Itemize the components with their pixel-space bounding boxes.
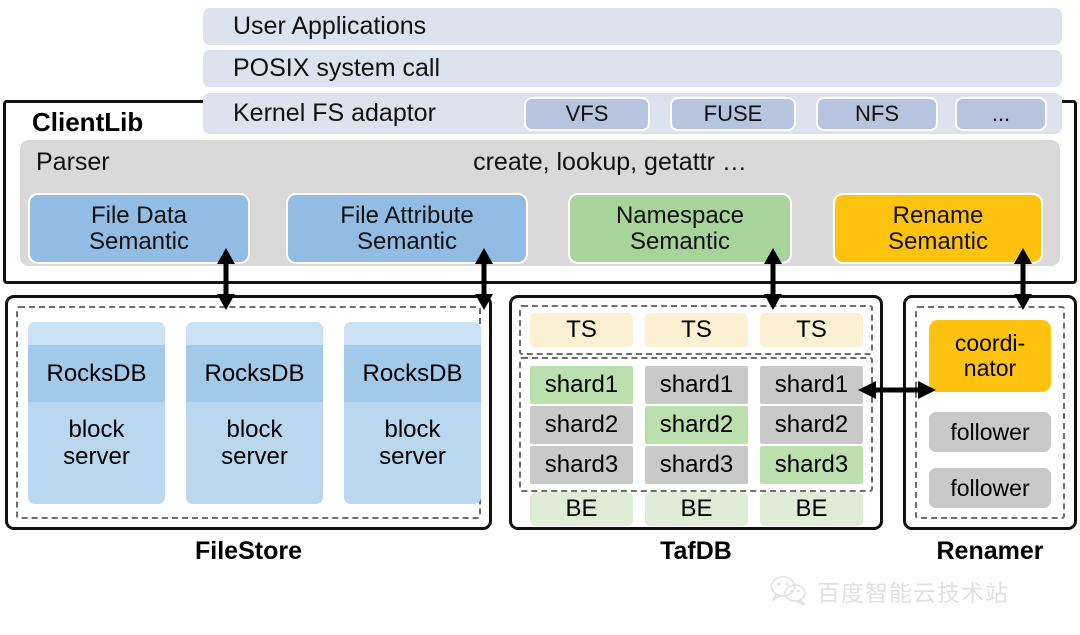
chip-more[interactable]: ... <box>955 97 1047 131</box>
chip-fuse-label: FUSE <box>703 101 763 127</box>
kernel-fs-adaptor-label: Kernel FS adaptor <box>233 99 436 127</box>
filestore-node-1[interactable]: RocksDB block server <box>28 322 165 504</box>
node-cap <box>28 322 165 345</box>
renamer-follower-1-label: follower <box>950 418 1030 445</box>
renamer-coordinator[interactable]: coordi-nator <box>929 320 1051 392</box>
tafdb-shard-c2-r2-label: shard2 <box>659 411 734 439</box>
parser-label: Parser <box>36 148 110 176</box>
chip-more-label: ... <box>991 101 1011 127</box>
block-server-label-3: block server <box>379 416 446 470</box>
tafdb-shard-c3-r1[interactable]: shard1 <box>760 366 863 404</box>
posix-system-call-label: POSIX system call <box>233 54 440 82</box>
tafdb-be-3[interactable]: BE <box>760 492 863 526</box>
filestore-node-3[interactable]: RocksDB block server <box>344 322 481 504</box>
semantic-file-attribute-label: File Attribute Semantic <box>340 201 474 255</box>
tafdb-be-2[interactable]: BE <box>645 492 748 526</box>
tafdb-ts-1[interactable]: TS <box>530 313 633 347</box>
tafdb-be-1-label: BE <box>565 495 598 523</box>
rocksdb-label-2: RocksDB <box>186 345 323 402</box>
tafdb-shard-c3-r3[interactable]: shard3 <box>760 446 863 484</box>
tafdb-ts-2-label: TS <box>681 316 712 344</box>
architecture-diagram: ClientLib User Applications POSIX system… <box>0 0 1080 635</box>
tafdb-shard-c3-r2[interactable]: shard2 <box>760 406 863 444</box>
semantic-namespace[interactable]: Namespace Semantic <box>568 193 792 264</box>
tafdb-shard-c3-r1-label: shard1 <box>774 371 849 399</box>
block-server-label-2: block server <box>221 416 288 470</box>
rocksdb-label-3: RocksDB <box>344 345 481 402</box>
tafdb-ts-1-label: TS <box>566 316 597 344</box>
tafdb-be-1[interactable]: BE <box>530 492 633 526</box>
chip-fuse[interactable]: FUSE <box>670 97 796 131</box>
posix-system-call-bar: POSIX system call <box>203 50 1062 87</box>
tafdb-ts-3[interactable]: TS <box>760 313 863 347</box>
tafdb-shard-c1-r2[interactable]: shard2 <box>530 406 633 444</box>
rocksdb-label-1: RocksDB <box>28 345 165 402</box>
chip-vfs-label: VFS <box>565 101 609 127</box>
node-cap <box>344 322 481 345</box>
tafdb-be-2-label: BE <box>680 495 713 523</box>
arrow-namespace-to-tafdb <box>764 248 782 310</box>
arrow-filedata-to-filestore <box>217 248 235 310</box>
semantic-namespace-label: Namespace Semantic <box>615 201 745 255</box>
tafdb-shard-c1-r1[interactable]: shard1 <box>530 366 633 404</box>
clientlib-label: ClientLib <box>28 104 193 140</box>
block-server-label-1: block server <box>63 416 130 470</box>
renamer-follower-2[interactable]: follower <box>929 468 1051 508</box>
arrow-rename-to-renamer <box>1014 248 1032 310</box>
arrow-tafdb-to-renamer <box>858 381 936 399</box>
filestore-node-2[interactable]: RocksDB block server <box>186 322 323 504</box>
chip-nfs-label: NFS <box>855 101 899 127</box>
tafdb-title: TafDB <box>660 537 732 565</box>
renamer-follower-1[interactable]: follower <box>929 412 1051 452</box>
renamer-coordinator-label: coordi-nator <box>954 329 1026 381</box>
renamer-follower-2-label: follower <box>950 474 1030 501</box>
tafdb-shard-c3-r3-label: shard3 <box>774 451 849 479</box>
operations-label: create, lookup, getattr … <box>473 148 747 176</box>
watermark: 百度智能云技术站 <box>770 572 1070 610</box>
semantic-file-data-label: File Data Semantic <box>88 201 190 255</box>
semantic-rename-label: Rename Semantic <box>887 201 989 255</box>
tafdb-shard-c1-r2-label: shard2 <box>544 411 619 439</box>
tafdb-be-3-label: BE <box>795 495 828 523</box>
tafdb-ts-3-label: TS <box>796 316 827 344</box>
tafdb-shard-c2-r3-label: shard3 <box>659 451 734 479</box>
wechat-icon <box>770 576 806 607</box>
user-applications-bar: User Applications <box>203 8 1062 45</box>
chip-nfs[interactable]: NFS <box>816 97 938 131</box>
tafdb-ts-2[interactable]: TS <box>645 313 748 347</box>
tafdb-shard-c3-r2-label: shard2 <box>774 411 849 439</box>
chip-vfs[interactable]: VFS <box>524 97 650 131</box>
tafdb-shard-c1-r3-label: shard3 <box>544 451 619 479</box>
tafdb-shard-c2-r1[interactable]: shard1 <box>645 366 748 404</box>
arrow-fileattribute-to-filestore <box>475 248 493 310</box>
tafdb-shard-c1-r3[interactable]: shard3 <box>530 446 633 484</box>
tafdb-shard-c2-r2[interactable]: shard2 <box>645 406 748 444</box>
user-applications-label: User Applications <box>233 12 427 40</box>
tafdb-shard-c2-r1-label: shard1 <box>659 371 734 399</box>
watermark-text: 百度智能云技术站 <box>817 581 1009 607</box>
renamer-title: Renamer <box>936 537 1044 565</box>
filestore-title: FileStore <box>195 537 302 565</box>
node-cap <box>186 322 323 345</box>
tafdb-shard-c2-r3[interactable]: shard3 <box>645 446 748 484</box>
tafdb-shard-c1-r1-label: shard1 <box>544 371 619 399</box>
